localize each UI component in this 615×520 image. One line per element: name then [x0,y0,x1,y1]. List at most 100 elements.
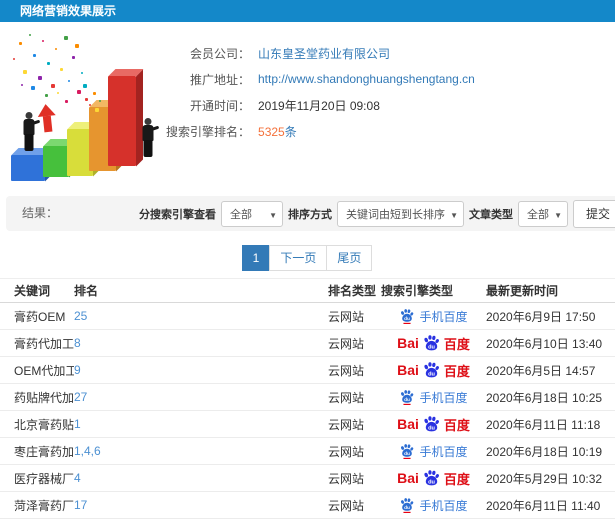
info-row-open-time: 开通时间： 2019年11月20日 09:08 [166,92,475,118]
baidu-logo-cn: 百度 [443,363,470,379]
businessman-figure [138,118,160,166]
page-1-button[interactable]: 1 [241,245,271,271]
cell-engine-type: Bai du 百度 [381,334,486,353]
table-row: 医疗器械厂家4 云网站 Bai du 百度 2020年5月29日 10:32 [0,465,615,492]
confetti-dot [33,54,36,57]
cell-updated: 2020年6月11日 11:40 [486,498,601,513]
page-title: 网络营销效果展示 [20,4,117,18]
svg-text:du: du [405,397,411,403]
info-row-company: 会员公司： 山东皇圣堂药业有限公司 [166,40,475,66]
rank-link[interactable]: 17 [74,498,87,512]
chevron-down-icon: ▼ [450,210,458,220]
engine-view-selected: 全部 [229,208,252,221]
confetti-dot [55,48,57,50]
cell-keyword: 膏药代加工 [14,336,74,351]
mobile-baidu-label: 手机百度 [419,444,468,459]
rank-link[interactable]: 1,4,6 [74,444,101,458]
baidu-paw-icon: du [401,498,414,513]
results-table: 关键词 排名 排名类型 搜索引擎类型 最新更新时间 膏药OEM 25 云网站 du 手机… [0,278,615,519]
table-body: 膏药OEM 25 云网站 du 手机百度 2020年6月9日 17:50 膏药代加工 8 云网站… [0,303,615,519]
confetti-dot [21,84,23,86]
filter-bar: 结果： 分搜索引擎查看 全部 ▼ 排序方式 关键词由短到长排序 ▼ 文章类型 全… [6,196,615,231]
rank-link[interactable]: 8 [74,336,81,350]
cell-updated: 2020年6月18日 10:19 [486,444,603,459]
marketing-growth-illustration [5,28,175,188]
svg-text:du: du [405,505,411,511]
cell-engine-type: Bai du 百度 [381,415,486,434]
rank-link[interactable]: 1 [74,417,81,431]
rank-link[interactable]: 27 [74,390,87,404]
confetti-dot [31,86,35,90]
confetti-dot [72,56,75,59]
cell-keyword: 北京膏药贴牌 [14,417,74,432]
svg-text:du: du [428,425,435,431]
businessman-figure [19,112,41,152]
confetti-dot [51,84,55,88]
rank-link[interactable]: 25 [74,309,87,323]
mobile-baidu-label: 手机百度 [419,498,468,513]
rank-link[interactable]: 9 [74,363,81,377]
illustration-bar [11,148,52,181]
cell-engine-type: du 手机百度 [381,443,486,460]
rank-count-number: 5325 [258,124,285,139]
cell-rank: 1,4,6 [74,444,328,458]
sort-select[interactable]: 关键词由短到长排序 ▼ [336,200,464,227]
cell-rank: 1 [74,417,328,431]
cell-updated: 2020年6月11日 11:18 [486,417,601,432]
chevron-down-icon: ▼ [554,210,562,220]
rank-link[interactable]: 4 [74,471,81,485]
header-updated: 最新更新时间 [486,284,559,298]
table-row: OEM代加工 9 云网站 Bai du 百度 2020年6月5日 14:57 [0,357,615,384]
confetti-dot [45,94,48,97]
info-row-url: 推广地址： http://www.shandonghuangshengtang.… [166,66,475,92]
baidu-paw-icon: du [424,415,439,431]
svg-text:du: du [428,479,435,485]
svg-text:du: du [428,344,435,350]
confetti-dot [93,92,96,95]
illustration-bar [43,139,76,177]
article-type-select[interactable]: 全部 ▼ [517,200,568,227]
confetti-dot [85,98,88,101]
result-label: 结果： [22,206,59,220]
confetti-dot [95,108,99,112]
next-page-button[interactable]: 下一页 [269,245,328,271]
cell-rank-type: 云网站 [328,309,365,324]
confetti-dot [75,44,79,48]
cell-updated: 2020年6月10日 13:40 [486,336,603,351]
last-page-button[interactable]: 尾页 [326,245,373,271]
table-row: 北京膏药贴牌1 云网站 Bai du 百度 2020年6月11日 11:18 [0,411,615,438]
table-row: 膏药OEM 25 云网站 du 手机百度 2020年6月9日 17:50 [0,303,615,330]
rank-count-value: 5325条 [258,123,297,140]
growth-arrow-icon [36,103,58,133]
company-link[interactable]: 山东皇圣堂药业有限公司 [258,45,390,62]
baidu-paw-icon: du [401,444,414,459]
cell-keyword: 药贴牌代加工 [14,390,74,405]
header-keyword: 关键词 [14,284,51,298]
confetti-dot [57,92,59,94]
engine-view-select[interactable]: 全部 ▼ [220,200,283,227]
promo-url-label: 推广地址： [189,72,250,87]
cell-updated: 2020年6月5日 14:57 [486,363,596,378]
cell-rank: 25 [74,309,328,323]
cell-rank-type: 云网站 [328,336,365,351]
promo-url-link[interactable]: http://www.shandonghuangshengtang.cn [258,72,475,86]
table-row: 膏药代加工 8 云网站 Bai du 百度 2020年6月10日 13:40 [0,330,615,357]
baidu-logo-cn: 百度 [443,417,470,433]
confetti-dot [38,76,42,80]
cell-engine-type: du 手机百度 [381,389,486,406]
submit-button[interactable]: 提交 [572,199,615,228]
cell-rank: 9 [74,363,328,377]
article-type-label: 文章类型 [468,208,513,221]
baidu-logo-bai: Bai [397,416,419,432]
confetti-dot [42,40,44,42]
confetti-dot [23,70,27,74]
filter-controls: 分搜索引擎查看 全部 ▼ 排序方式 关键词由短到长排序 ▼ 文章类型 全部 ▼ … [139,196,615,231]
table-row: 枣庄膏药加工1,4,6 云网站 du 手机百度 2020年6月18日 10:19 [0,438,615,465]
baidu-paw-icon: du [424,469,439,485]
svg-text:du: du [405,316,411,322]
confetti-dot [64,36,68,40]
member-info-panel: 会员公司： 山东皇圣堂药业有限公司 推广地址： http://www.shand… [166,40,475,144]
illustration-bar [108,69,143,166]
mobile-baidu-label: 手机百度 [419,309,468,324]
baidu-logo-bai: Bai [397,470,419,486]
